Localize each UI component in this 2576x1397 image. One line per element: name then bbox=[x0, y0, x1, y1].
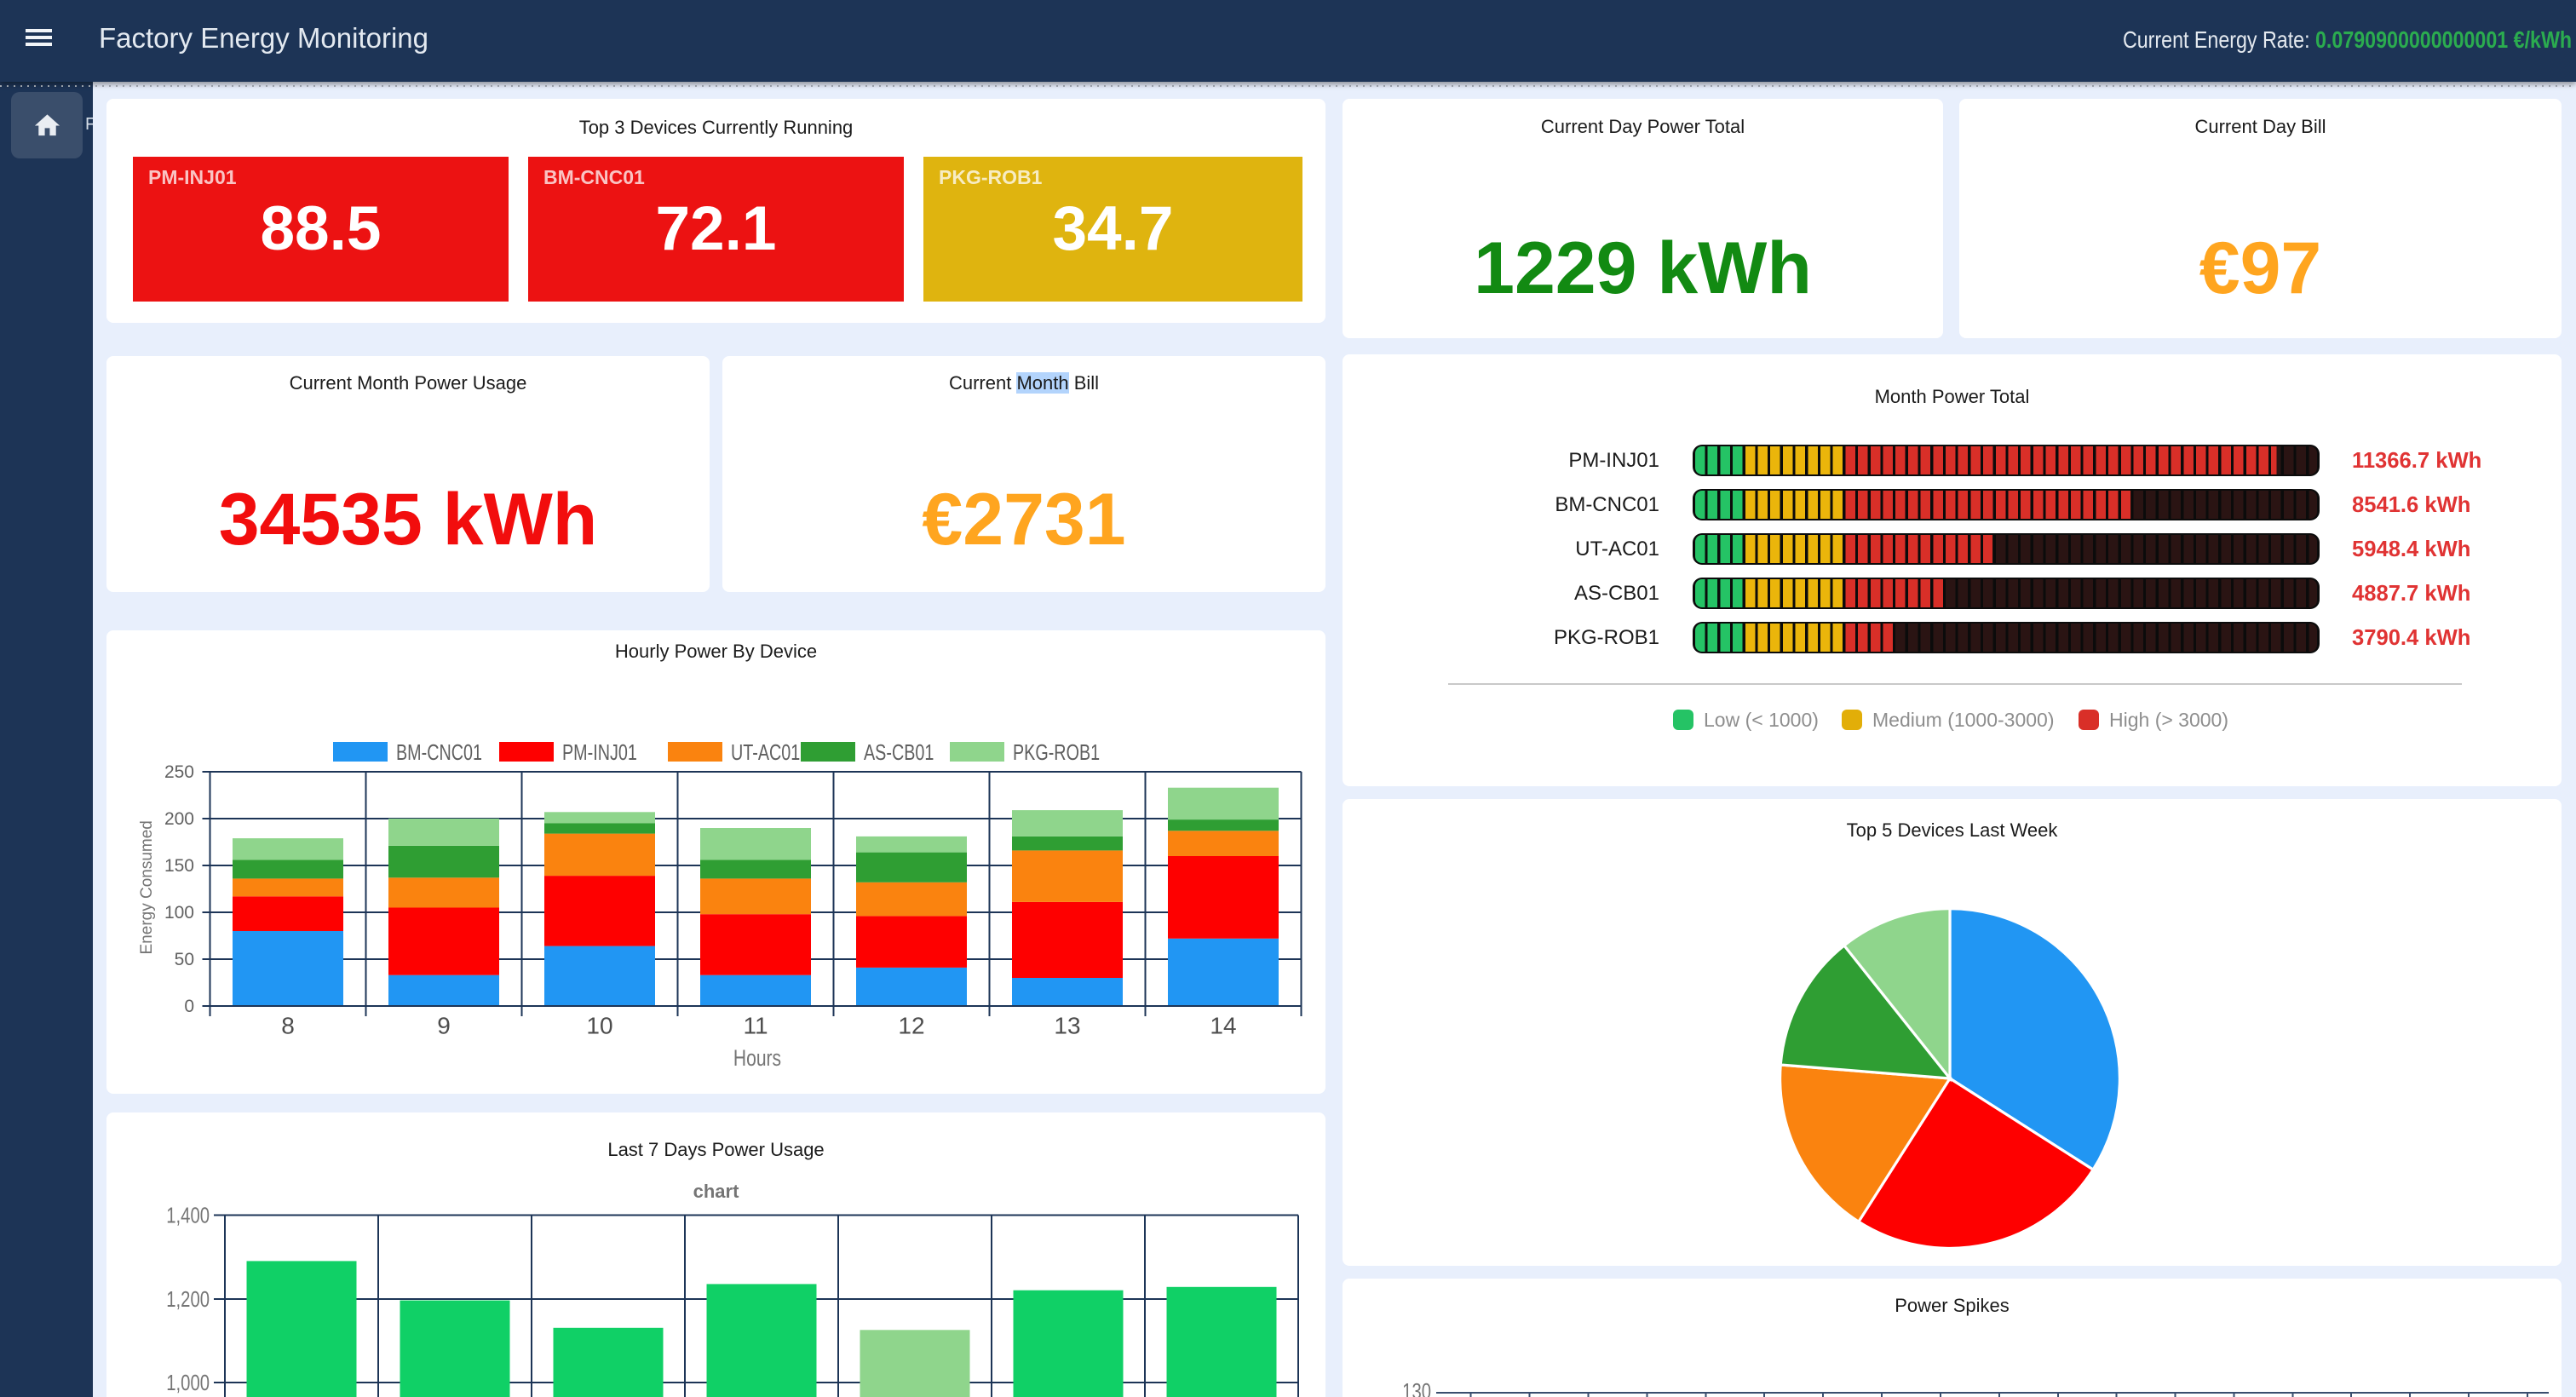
svg-text:8: 8 bbox=[281, 1013, 295, 1039]
svg-text:1,000: 1,000 bbox=[166, 1371, 210, 1395]
svg-text:150: 150 bbox=[164, 856, 194, 876]
svg-text:Energy Consumed: Energy Consumed bbox=[138, 820, 156, 954]
svg-text:130: 130 bbox=[1402, 1379, 1431, 1397]
svg-text:13: 13 bbox=[1054, 1013, 1080, 1039]
svg-text:200: 200 bbox=[164, 809, 194, 829]
svg-text:14: 14 bbox=[1210, 1013, 1236, 1039]
svg-text:10: 10 bbox=[586, 1013, 612, 1039]
svg-text:9: 9 bbox=[437, 1013, 451, 1039]
svg-text:250: 250 bbox=[164, 762, 194, 782]
svg-text:50: 50 bbox=[175, 950, 194, 969]
svg-text:0: 0 bbox=[184, 997, 194, 1016]
svg-text:1,400: 1,400 bbox=[166, 1203, 210, 1227]
svg-text:Hours: Hours bbox=[733, 1046, 781, 1072]
svg-text:11: 11 bbox=[743, 1013, 768, 1039]
svg-text:12: 12 bbox=[898, 1013, 924, 1039]
svg-text:1,200: 1,200 bbox=[166, 1287, 210, 1312]
svg-text:100: 100 bbox=[164, 903, 194, 923]
